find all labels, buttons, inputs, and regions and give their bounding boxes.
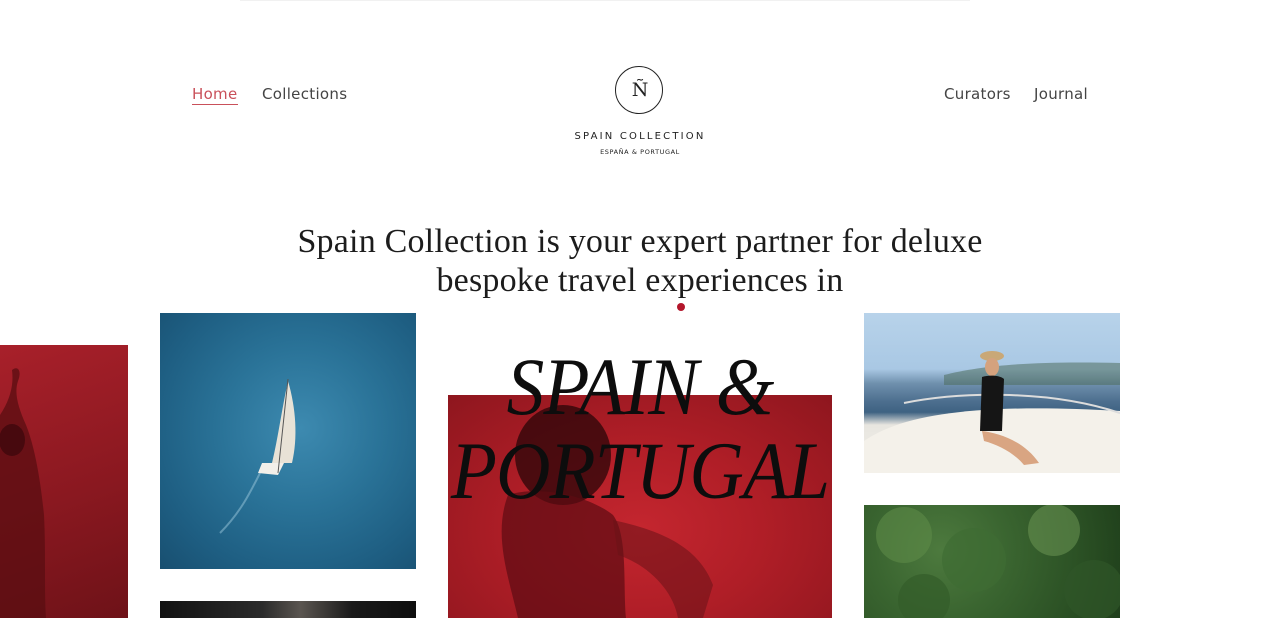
dark-rock-image bbox=[160, 601, 416, 618]
dancer-silhouette-icon bbox=[0, 368, 46, 618]
top-divider bbox=[240, 0, 970, 1]
hero-headline-line1: Spain Collection is your expert partner … bbox=[297, 223, 983, 260]
sailboat-aerial-image bbox=[160, 313, 416, 569]
logo-glyph: Ñ bbox=[631, 79, 649, 101]
forest-canopy-image bbox=[864, 505, 1120, 618]
hero-headline: Spain Collection is your expert partner … bbox=[240, 222, 1040, 300]
nav-curators-link[interactable]: Curators bbox=[944, 84, 1011, 104]
flamenco-dancer-image-center bbox=[448, 395, 832, 618]
nav-home-link[interactable]: Home bbox=[192, 84, 238, 105]
site-logo[interactable]: Ñ SPAIN COLLECTION ESPAÑA & PORTUGAL bbox=[560, 66, 720, 161]
nav-collections-link[interactable]: Collections bbox=[262, 84, 347, 104]
accent-dot bbox=[677, 303, 685, 311]
dancer-figure-icon bbox=[501, 405, 713, 618]
sailboat-icon bbox=[219, 378, 296, 534]
tree-canopy-icon bbox=[876, 505, 1120, 618]
flamenco-dancer-image-left bbox=[0, 345, 128, 618]
logo-name: SPAIN COLLECTION bbox=[574, 131, 706, 142]
hero-headline-line2: bespoke travel experiences in bbox=[436, 262, 844, 299]
woman-on-boat-image bbox=[864, 313, 1120, 473]
logo-emblem-icon: Ñ bbox=[615, 66, 663, 114]
logo-subtitle: ESPAÑA & PORTUGAL bbox=[600, 148, 680, 156]
boat-scene-icon bbox=[864, 351, 1120, 473]
nav-journal-link[interactable]: Journal bbox=[1034, 84, 1088, 104]
